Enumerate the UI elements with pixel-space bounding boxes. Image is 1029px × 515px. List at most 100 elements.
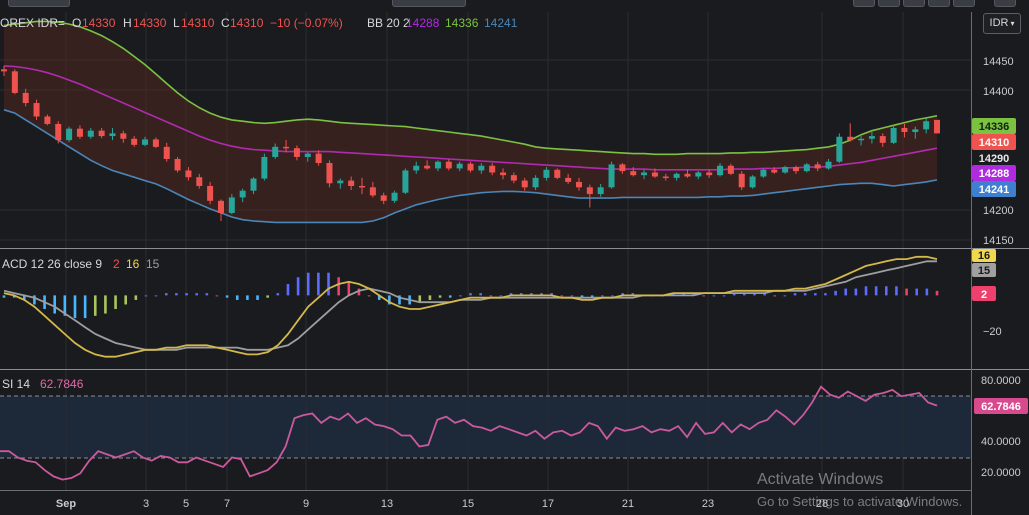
- macd-histogram-bar: [905, 288, 908, 296]
- symbol-label: OREX IDR=: [0, 16, 65, 30]
- rsi-value: 62.7846: [40, 377, 84, 391]
- candle: [142, 139, 149, 145]
- macd-histogram-bar: [712, 295, 716, 297]
- macd-histogram-bar: [83, 295, 87, 319]
- candle: [630, 171, 637, 176]
- macd-histogram-bar: [611, 295, 614, 297]
- candle: [532, 177, 539, 188]
- rsi-tick: 40.0000: [981, 436, 1021, 448]
- macd-histogram-bar: [235, 295, 239, 300]
- candle: [792, 167, 799, 172]
- candle: [337, 180, 344, 184]
- candle: [98, 130, 105, 137]
- time-tick: Sep: [56, 498, 76, 510]
- low-label: L: [173, 16, 180, 30]
- bb-label: BB 20 2: [367, 16, 410, 30]
- time-tick: 13: [381, 498, 393, 510]
- price-tick: 14200: [983, 205, 1014, 217]
- high-value: 14330: [133, 16, 167, 30]
- candle: [771, 169, 778, 173]
- candle: [847, 136, 854, 141]
- macd-histogram-bar: [296, 277, 300, 296]
- macd-histogram-bar: [702, 295, 706, 297]
- candle: [782, 167, 789, 173]
- macd-histogram-bar: [874, 286, 878, 296]
- bb-mid-value: 14288: [406, 16, 440, 30]
- chart-canvas[interactable]: 14450 14400 14200 14150 14336 14310 1429…: [0, 0, 1029, 515]
- candle: [1, 69, 7, 72]
- macd-histogram-bar: [276, 293, 280, 296]
- currency-selector-button[interactable]: IDR ▾: [983, 13, 1021, 34]
- candle: [825, 161, 832, 169]
- candle: [22, 92, 29, 104]
- candle: [500, 172, 507, 176]
- macd-histogram-bar: [266, 295, 269, 298]
- candle: [369, 187, 376, 196]
- chevron-down-icon: ▾: [1010, 19, 1015, 28]
- candle: [695, 172, 702, 177]
- bb-upper-value: 14336: [445, 16, 479, 30]
- close-label: C: [221, 16, 230, 30]
- macd-histogram-bar: [347, 281, 351, 296]
- macd-line-badge-text: 15: [978, 265, 990, 277]
- macd-histogram-bar: [164, 293, 168, 296]
- candle: [217, 200, 224, 213]
- candle: [478, 165, 485, 171]
- macd-histogram-bar: [73, 295, 77, 319]
- macd-histogram-bar: [570, 295, 574, 297]
- candle: [33, 103, 40, 117]
- close-value: 14310: [230, 16, 264, 30]
- macd-histogram-bar: [803, 293, 807, 296]
- macd-histogram-bar: [459, 295, 462, 297]
- macd-axis: 16 15 2 −20: [972, 249, 1002, 338]
- candle: [207, 185, 214, 201]
- candle: [901, 127, 908, 133]
- price-tick: 14400: [983, 86, 1014, 98]
- macd-histogram-bar: [925, 288, 929, 296]
- rsi-axis: 80.0000 40.0000 20.0000 62.7846: [974, 375, 1028, 479]
- bb-upper-badge-text: 14336: [979, 121, 1010, 133]
- candle: [239, 190, 246, 198]
- candle: [391, 192, 398, 201]
- macd-histogram-bar: [773, 295, 777, 297]
- macd-histogram-bar: [367, 295, 371, 297]
- candle: [641, 172, 648, 176]
- candle: [554, 169, 561, 178]
- macd-histogram-bar: [144, 295, 148, 297]
- candle: [879, 136, 886, 143]
- candle: [467, 163, 474, 171]
- macd-histogram-bar: [895, 286, 898, 296]
- high-label: H: [123, 16, 132, 30]
- candle: [120, 133, 127, 139]
- macd-histogram-bar: [53, 295, 57, 314]
- macd-histogram-bar: [205, 293, 209, 296]
- macd-hist-value: 2: [113, 257, 120, 271]
- macd-histogram-bar: [479, 293, 482, 296]
- time-tick: 23: [702, 498, 714, 510]
- candle: [684, 173, 691, 177]
- candle: [619, 164, 626, 172]
- macd-histogram-bar: [246, 295, 249, 300]
- macd-histogram-bar: [783, 295, 787, 297]
- candle: [315, 153, 322, 164]
- candle: [575, 181, 582, 188]
- candle: [803, 164, 810, 172]
- close-price-badge-text: 14310: [979, 137, 1010, 149]
- macd-histogram-bar: [884, 286, 888, 296]
- time-tick: 3: [143, 498, 149, 510]
- candle: [738, 173, 745, 188]
- macd-histogram-bar: [2, 295, 6, 298]
- candle: [293, 148, 300, 157]
- macd-histogram-bar: [915, 288, 919, 296]
- macd-line-value: 16: [126, 257, 140, 271]
- candle: [283, 146, 290, 149]
- macd-tick: −20: [983, 326, 1002, 338]
- candle: [923, 121, 930, 130]
- price-tick: 14150: [983, 235, 1014, 247]
- candle: [174, 158, 181, 171]
- macd-histogram-bar: [793, 293, 797, 296]
- price-tick: 14450: [983, 56, 1014, 68]
- macd-histogram-bar: [317, 272, 320, 296]
- macd-histogram-bar: [104, 295, 107, 314]
- activate-windows-title: Activate Windows: [757, 471, 884, 488]
